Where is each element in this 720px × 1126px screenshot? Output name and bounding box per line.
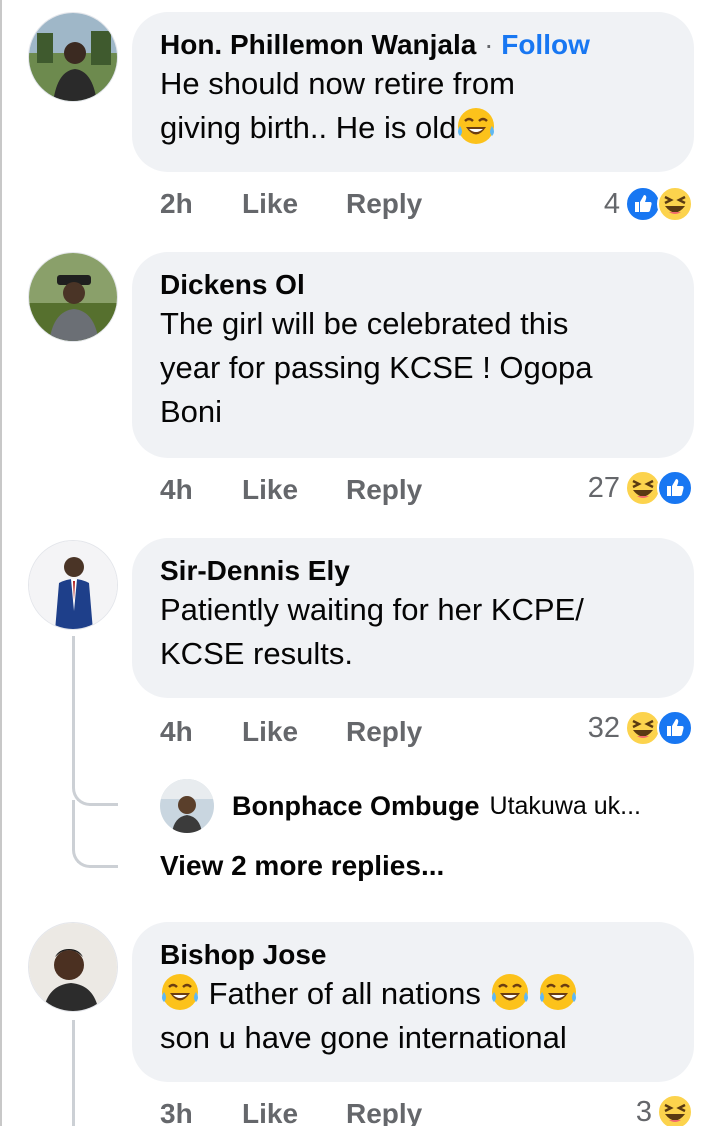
comment-actions: 3h Like Reply [160,1094,422,1126]
comment-time[interactable]: 2h [160,188,242,220]
reply-button[interactable]: Reply [346,474,422,506]
thread-line [72,636,75,762]
avatar[interactable] [28,922,118,1012]
haha-icon [657,186,693,222]
comment-author[interactable]: Dickens Ol [160,268,666,302]
reply-button[interactable]: Reply [346,188,422,220]
edge-divider [0,0,2,1126]
comment-author[interactable]: Hon. Phillemon Wanjala [160,29,476,60]
view-more-replies-link[interactable]: View 2 more replies... [160,850,444,882]
avatar[interactable] [28,540,118,630]
reply-button[interactable]: Reply [346,716,422,748]
comment-time[interactable]: 4h [160,716,242,748]
like-button[interactable]: Like [242,716,346,748]
like-icon [657,470,693,506]
comment-author[interactable]: Bishop Jose [160,938,666,972]
comment-text: Boni [160,394,223,429]
reply-snippet: Utakuwa uk... [489,791,641,820]
comment-bubble: Hon. Phillemon Wanjala · Follow He shoul… [132,12,694,172]
comment-bubble: Bishop Jose Father of all nations son u … [132,922,694,1082]
reply-author[interactable]: Bonphace Ombuge [232,791,480,822]
comments-page: Hon. Phillemon Wanjala · Follow He shoul… [0,0,720,1126]
like-button[interactable]: Like [242,188,346,220]
comment-text: Father of all nations [208,976,481,1011]
avatar[interactable] [28,12,118,102]
like-button[interactable]: Like [242,474,346,506]
comment-text: The girl will be celebrated this [160,306,569,341]
avatar[interactable] [28,252,118,342]
reaction-count: 4 [603,187,620,220]
comment-text: Patiently waiting for her KCPE/ [160,592,584,627]
comment-author[interactable]: Sir-Dennis Ely [160,554,666,588]
comment-text: He should now retire from [160,66,515,101]
reaction-summary[interactable]: 32 [588,708,694,748]
comment-bubble: Dickens Ol The girl will be celebrated t… [132,252,694,458]
reaction-summary[interactable]: 4 [604,184,694,224]
comment-time[interactable]: 3h [160,1098,242,1126]
reaction-count: 3 [635,1095,652,1126]
thread-connector [72,800,118,868]
reaction-summary[interactable]: 27 [588,468,694,508]
follow-button[interactable]: Follow [501,29,590,60]
separator-dot: · [484,29,494,60]
reply-preview[interactable]: Bonphace Ombuge Utakuwa uk... [160,778,641,834]
tears-of-joy-emoji-icon [458,108,495,144]
comment-actions: 4h Like Reply [160,470,422,510]
comment-text: giving birth.. He is old [160,110,457,145]
comment-text: son u have gone international [160,1020,567,1055]
reply-button[interactable]: Reply [346,1098,422,1126]
like-button[interactable]: Like [242,1098,346,1126]
tears-of-joy-emoji-icon [540,974,577,1010]
tears-of-joy-emoji-icon [162,974,198,1010]
comment-actions: 2h Like Reply [160,184,422,224]
comment-actions: 4h Like Reply [160,712,422,752]
comment-text: year for passing KCSE ! Ogopa [160,350,593,385]
reaction-summary[interactable]: 3 [636,1092,694,1126]
thread-line [72,1020,75,1126]
reaction-count: 32 [587,711,620,744]
comment-time[interactable]: 4h [160,474,242,506]
haha-icon [657,1094,693,1126]
like-icon [657,710,693,746]
comment-text: KCSE results. [160,636,353,671]
comment-bubble: Sir-Dennis Ely Patiently waiting for her… [132,538,694,698]
tears-of-joy-emoji-icon [491,974,528,1010]
reaction-count: 27 [587,471,620,504]
